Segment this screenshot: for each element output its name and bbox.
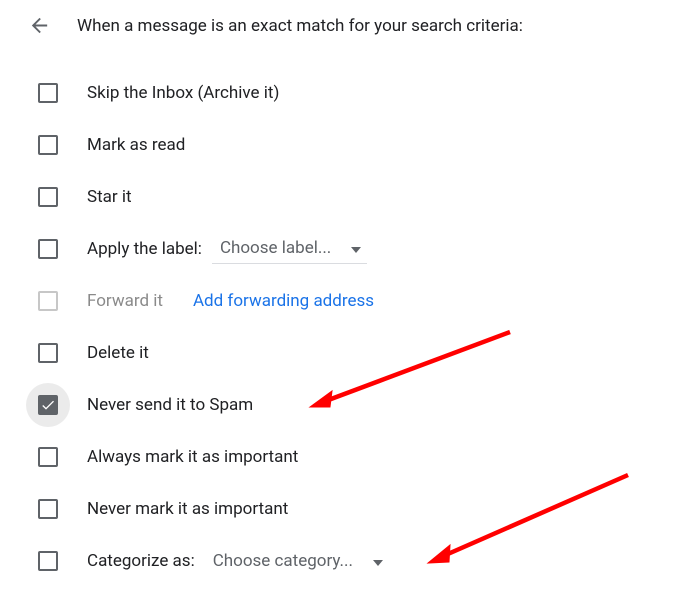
- link-add-forwarding[interactable]: Add forwarding address: [193, 291, 374, 311]
- label-star: Star it: [87, 187, 132, 207]
- option-mark-read: Mark as read: [37, 119, 664, 171]
- dropdown-choose-label-text: Choose label...: [220, 238, 331, 258]
- checkbox-never-spam[interactable]: [37, 394, 59, 416]
- label-delete: Delete it: [87, 343, 149, 363]
- label-never-important: Never mark it as important: [87, 499, 288, 519]
- back-arrow-icon[interactable]: [28, 14, 51, 37]
- label-apply-label: Apply the label:: [87, 239, 202, 259]
- page-title: When a message is an exact match for you…: [77, 16, 523, 36]
- checkbox-skip-inbox[interactable]: [37, 82, 59, 104]
- chevron-down-icon: [373, 551, 383, 571]
- label-forward: Forward it: [87, 291, 163, 311]
- label-never-spam: Never send it to Spam: [87, 395, 253, 415]
- dropdown-choose-label[interactable]: Choose label...: [212, 234, 367, 264]
- checkbox-star[interactable]: [37, 186, 59, 208]
- checkbox-never-important[interactable]: [37, 498, 59, 520]
- filter-options: Skip the Inbox (Archive it) Mark as read…: [28, 67, 664, 587]
- checkbox-mark-read[interactable]: [37, 134, 59, 156]
- option-apply-label: Apply the label: Choose label...: [37, 223, 664, 275]
- checkbox-forward[interactable]: [37, 290, 59, 312]
- label-mark-read: Mark as read: [87, 135, 185, 155]
- checkbox-always-important[interactable]: [37, 446, 59, 468]
- checkbox-apply-label[interactable]: [37, 238, 59, 260]
- chevron-down-icon: [351, 238, 361, 258]
- option-never-spam: Never send it to Spam: [37, 379, 664, 431]
- dropdown-choose-category-text: Choose category...: [213, 551, 353, 571]
- label-categorize: Categorize as:: [87, 551, 195, 571]
- option-categorize: Categorize as: Choose category...: [37, 535, 664, 587]
- dropdown-choose-category[interactable]: Choose category...: [205, 547, 389, 576]
- option-star: Star it: [37, 171, 664, 223]
- option-forward: Forward it Add forwarding address: [37, 275, 664, 327]
- checkbox-delete[interactable]: [37, 342, 59, 364]
- option-delete: Delete it: [37, 327, 664, 379]
- checkbox-categorize[interactable]: [37, 550, 59, 572]
- header-row: When a message is an exact match for you…: [28, 14, 664, 37]
- label-skip-inbox: Skip the Inbox (Archive it): [87, 83, 279, 103]
- option-skip-inbox: Skip the Inbox (Archive it): [37, 67, 664, 119]
- label-always-important: Always mark it as important: [87, 447, 298, 467]
- option-never-important: Never mark it as important: [37, 483, 664, 535]
- option-always-important: Always mark it as important: [37, 431, 664, 483]
